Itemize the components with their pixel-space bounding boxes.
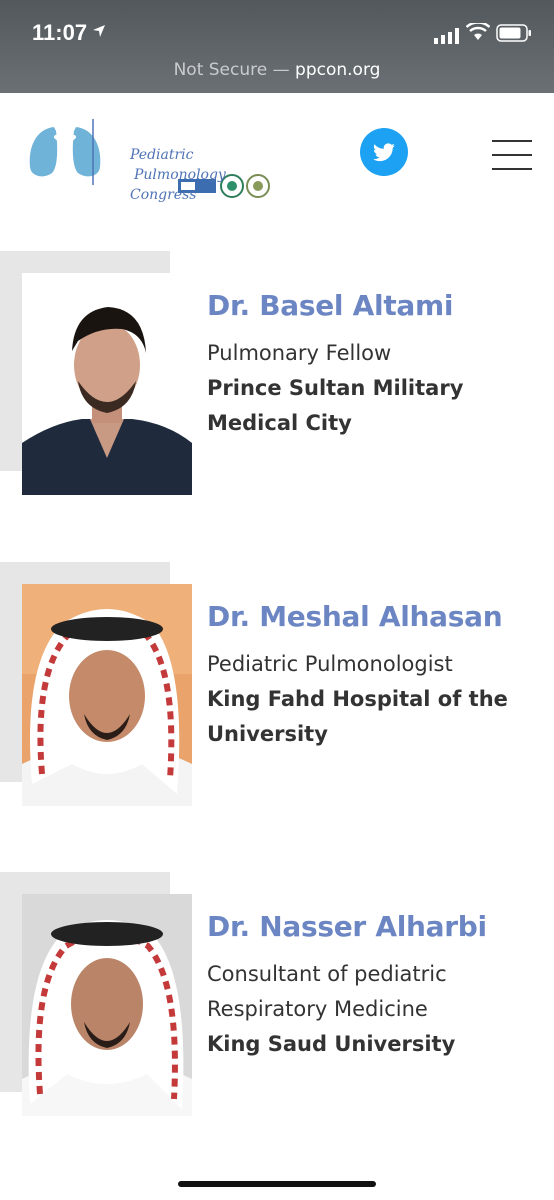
speaker-info: Dr. Meshal Alhasan Pediatric Pulmonologi…: [207, 600, 537, 752]
home-indicator[interactable]: [178, 1181, 376, 1187]
speaker-card: Dr. Basel Altami Pulmonary Fellow Prince…: [0, 251, 554, 511]
site-logo[interactable]: Pediatric Pulmonology Congress: [26, 117, 276, 203]
speaker-role: Pulmonary Fellow: [207, 341, 392, 365]
logo-line: Pediatric: [130, 147, 194, 163]
security-label: Not Secure: [173, 60, 268, 80]
speaker-organization: Prince Sultan Military Medical City: [207, 376, 464, 435]
logo-wordmark: Pediatric Pulmonology Congress: [130, 145, 226, 205]
hamburger-menu-icon[interactable]: [492, 140, 532, 170]
signal-icon: [434, 28, 459, 44]
logo-line: Congress: [130, 187, 197, 203]
speaker-photo: [22, 894, 192, 1116]
battery-icon: [496, 24, 531, 42]
status-and-url-bar: 11:07 Not Secure — ppcon.org: [0, 0, 554, 93]
twitter-icon: [373, 143, 395, 162]
speaker-role: Consultant of pediatric Respiratory Medi…: [207, 962, 447, 1021]
speaker-info: Dr. Nasser Alharbi Consultant of pediatr…: [207, 910, 537, 1062]
speaker-name: Dr. Meshal Alhasan: [207, 600, 503, 633]
logo-line: Pulmonology: [134, 167, 226, 183]
speaker-card: Dr. Nasser Alharbi Consultant of pediatr…: [0, 872, 554, 1132]
speaker-photo: [22, 273, 192, 495]
speaker-organization: King Saud University: [207, 1032, 456, 1056]
address-bar[interactable]: Not Secure — ppcon.org: [0, 60, 554, 80]
speaker-name: Dr. Basel Altami: [207, 289, 454, 322]
speaker-photo: [22, 584, 192, 806]
location-arrow-icon: [93, 25, 105, 37]
speaker-organization: King Fahd Hospital of the University: [207, 687, 508, 746]
speaker-role: Pediatric Pulmonologist: [207, 652, 453, 676]
wifi-icon: [466, 23, 490, 40]
speaker-info: Dr. Basel Altami Pulmonary Fellow Prince…: [207, 289, 537, 441]
twitter-button[interactable]: [360, 128, 408, 176]
url-domain: ppcon.org: [295, 60, 381, 80]
speaker-card: Dr. Meshal Alhasan Pediatric Pulmonologi…: [0, 562, 554, 822]
url-separator: —: [267, 60, 296, 80]
status-time: 11:07: [32, 20, 88, 45]
speaker-name: Dr. Nasser Alharbi: [207, 910, 487, 943]
site-header: Pediatric Pulmonology Congress: [0, 93, 554, 223]
